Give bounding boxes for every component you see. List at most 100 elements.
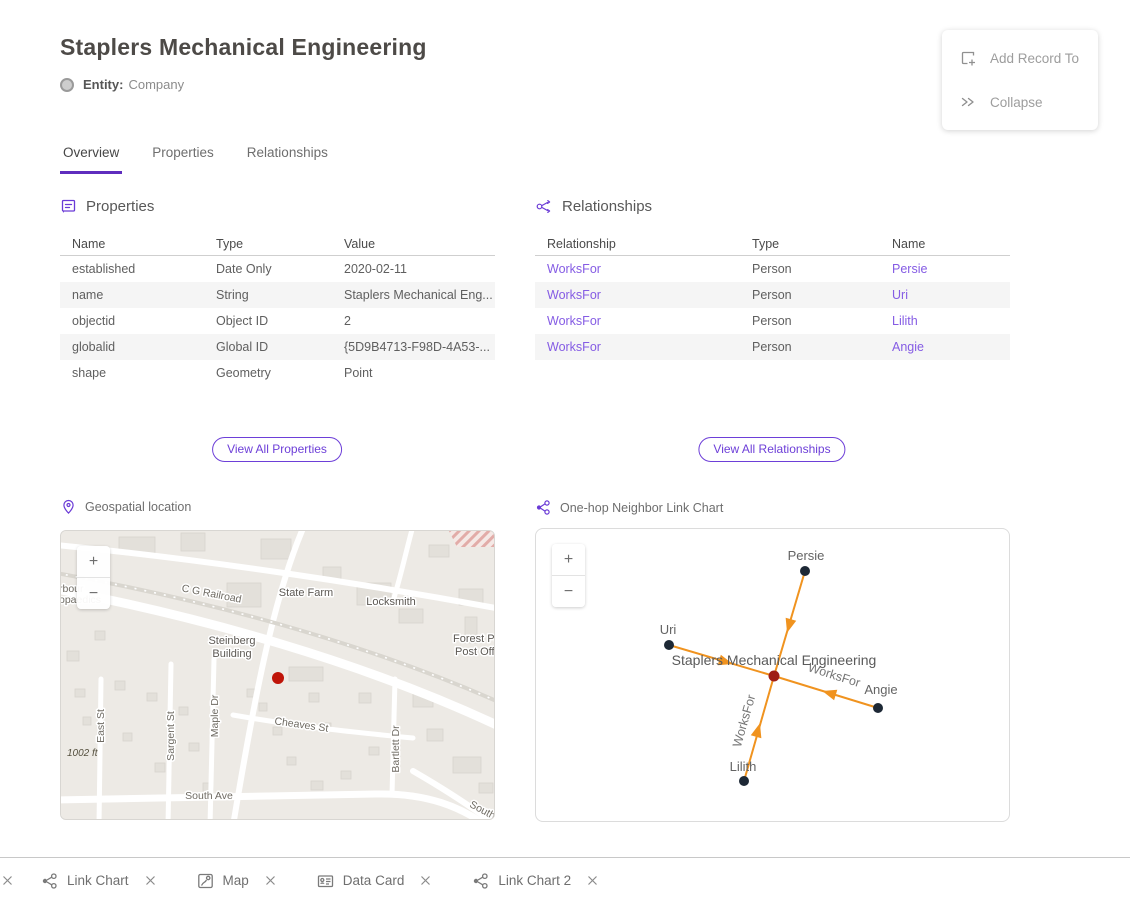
- col-name: Name: [60, 237, 204, 251]
- menu-item-label: Add Record To: [990, 51, 1079, 66]
- view-all-properties-button[interactable]: View All Properties: [212, 437, 342, 462]
- prop-type: Global ID: [204, 340, 332, 354]
- table-row: WorksFor Person Lilith: [535, 308, 1010, 334]
- graph-node-angie[interactable]: [873, 703, 883, 713]
- rel-type: Person: [740, 262, 880, 276]
- relationships-section-title: Relationships: [562, 198, 652, 215]
- edge-label: WorksFor: [730, 693, 758, 749]
- geospatial-header: Geospatial location: [61, 499, 191, 515]
- col-value: Value: [332, 237, 495, 251]
- bottom-tab-label: Link Chart: [67, 873, 129, 888]
- table-header: Relationship Type Name: [535, 232, 1010, 256]
- tab-relationships[interactable]: Relationships: [244, 143, 331, 174]
- map-label: Locksmith: [366, 596, 416, 608]
- close-icon[interactable]: [2, 875, 13, 886]
- entity-value: Company: [128, 77, 184, 92]
- entity-label: Entity:: [83, 77, 123, 92]
- link-chart-icon: [41, 873, 58, 889]
- zoom-out-button[interactable]: −: [552, 576, 585, 607]
- add-record-icon: [959, 49, 977, 67]
- view-all-relationships-button[interactable]: View All Relationships: [698, 437, 845, 462]
- prop-type: Geometry: [204, 366, 332, 380]
- close-icon[interactable]: [420, 875, 431, 886]
- zoom-out-button[interactable]: −: [77, 578, 110, 609]
- map-label: Forest Par: [453, 633, 495, 645]
- close-icon[interactable]: [145, 875, 156, 886]
- graph-node-uri[interactable]: [664, 640, 674, 650]
- menu-item-collapse[interactable]: Collapse: [942, 80, 1098, 124]
- prop-name: globalid: [60, 340, 204, 354]
- geospatial-title: Geospatial location: [85, 500, 191, 514]
- map-pin-icon: [61, 499, 76, 515]
- prop-type: Date Only: [204, 262, 332, 276]
- graph-node-lilith[interactable]: [739, 776, 749, 786]
- bottom-tab-map[interactable]: Map: [197, 873, 276, 889]
- table-row: objectid Object ID 2: [60, 308, 495, 334]
- map-label: South Ave: [185, 790, 233, 802]
- map-label: State Farm: [279, 587, 333, 599]
- zoom-in-button[interactable]: +: [552, 544, 585, 575]
- bottom-tab-data-card[interactable]: Data Card: [317, 873, 432, 889]
- map-icon: [197, 873, 214, 889]
- relationships-table: Relationship Type Name WorksFor Person P…: [535, 232, 1010, 360]
- node-label: Persie: [788, 548, 825, 563]
- map-zoom-control: + −: [77, 546, 110, 609]
- entity-link[interactable]: Persie: [880, 262, 1010, 276]
- tab-properties[interactable]: Properties: [149, 143, 217, 174]
- center-node-label: Staplers Mechanical Engineering: [672, 652, 877, 668]
- col-type: Type: [204, 237, 332, 251]
- entity-link[interactable]: Angie: [880, 340, 1010, 354]
- menu-item-add-record-to[interactable]: Add Record To: [942, 36, 1098, 80]
- map-marker[interactable]: [272, 672, 284, 684]
- map-scale-text: 1002 ft: [67, 748, 99, 759]
- graph-node-persie[interactable]: [800, 566, 810, 576]
- col-relationship: Relationship: [535, 237, 740, 251]
- data-card-page: Staplers Mechanical Engineering Entity: …: [0, 0, 1130, 903]
- graph-node-center[interactable]: [769, 671, 780, 682]
- bottom-tab-label: Map: [223, 873, 249, 888]
- relationship-link[interactable]: WorksFor: [535, 340, 740, 354]
- rel-type: Person: [740, 314, 880, 328]
- properties-table: Name Type Value established Date Only 20…: [60, 232, 495, 386]
- linkchart-zoom-control: + −: [552, 544, 585, 607]
- entity-link[interactable]: Lilith: [880, 314, 1010, 328]
- node-label: Uri: [660, 622, 677, 637]
- map-canvas[interactable]: rbour opaedics C G Railroad State Farm L…: [61, 531, 495, 820]
- linkchart-card: WorksFor WorksFor Staplers Mechanical En…: [535, 528, 1010, 822]
- entity-badge: Entity: Company: [60, 77, 184, 92]
- prop-value: Point: [332, 366, 495, 380]
- close-icon[interactable]: [587, 875, 598, 886]
- bottom-tab-link-chart-2[interactable]: Link Chart 2: [472, 873, 598, 889]
- prop-value: {5D9B4713-F98D-4A53-...: [332, 340, 495, 354]
- linkchart-title: One-hop Neighbor Link Chart: [560, 501, 723, 515]
- map-label: Maple Dr: [209, 694, 221, 737]
- rel-type: Person: [740, 340, 880, 354]
- bottom-tab-label: Data Card: [343, 873, 405, 888]
- properties-section-title: Properties: [86, 198, 154, 215]
- relationships-section-header: Relationships: [535, 198, 652, 215]
- link-chart-icon: [472, 873, 489, 889]
- prop-type: Object ID: [204, 314, 332, 328]
- prop-name: name: [60, 288, 204, 302]
- prop-value: 2020-02-11: [332, 262, 495, 276]
- map-label: Bartlett Dr: [390, 725, 402, 773]
- properties-section-header: Properties: [60, 198, 154, 215]
- linkchart-canvas[interactable]: WorksFor WorksFor Staplers Mechanical En…: [536, 529, 1010, 822]
- relationship-link[interactable]: WorksFor: [535, 288, 740, 302]
- close-icon[interactable]: [265, 875, 276, 886]
- relationship-link[interactable]: WorksFor: [535, 262, 740, 276]
- col-type: Type: [740, 237, 880, 251]
- data-card-icon: [317, 873, 334, 889]
- entity-link[interactable]: Uri: [880, 288, 1010, 302]
- map-label: Building: [212, 648, 251, 660]
- prop-name: established: [60, 262, 204, 276]
- prop-name: objectid: [60, 314, 204, 328]
- map-label: Post Offic: [455, 646, 495, 658]
- tab-overview[interactable]: Overview: [60, 143, 122, 174]
- relationship-link[interactable]: WorksFor: [535, 314, 740, 328]
- col-name: Name: [880, 237, 1010, 251]
- menu-item-label: Collapse: [990, 95, 1043, 110]
- map-label: Steinberg: [208, 635, 255, 647]
- bottom-tab-link-chart[interactable]: Link Chart: [41, 873, 156, 889]
- zoom-in-button[interactable]: +: [77, 546, 110, 577]
